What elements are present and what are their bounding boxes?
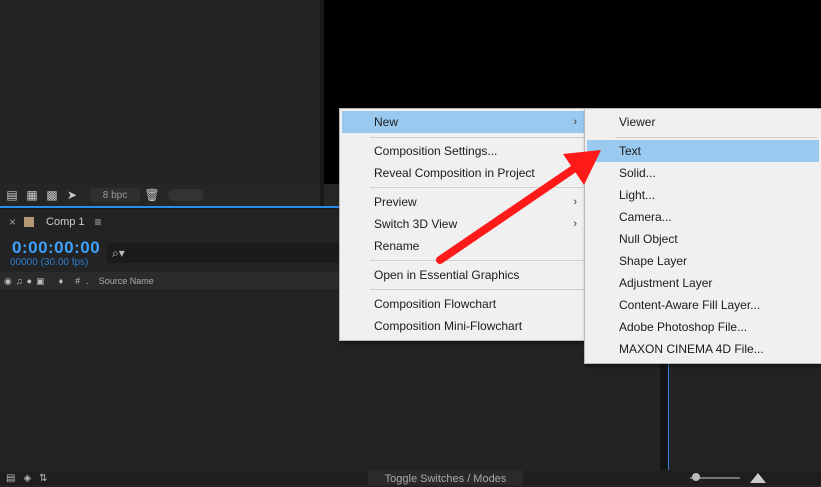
submenu-arrow-icon: ›: [573, 218, 577, 230]
menu-item-reveal-composition[interactable]: Reveal Composition in Project: [342, 162, 587, 184]
new-composition-icon[interactable]: ▩: [44, 188, 60, 202]
new-submenu: Viewer Text Solid... Light... Camera... …: [584, 108, 821, 364]
menu-item-label: Reveal Composition in Project: [374, 166, 535, 180]
current-time-display[interactable]: 0:00:00:00: [12, 238, 100, 258]
column-divider: .: [86, 276, 89, 286]
menu-item-label: Null Object: [619, 232, 678, 246]
timeline-search-input[interactable]: ⌕▾: [107, 243, 340, 263]
hash-column: #: [75, 276, 81, 286]
timeline-graph-area[interactable]: [668, 350, 821, 470]
menu-item-rename[interactable]: Rename: [342, 235, 587, 257]
menu-item-label: Adobe Photoshop File...: [619, 320, 748, 334]
menu-item-new[interactable]: New ›: [342, 111, 587, 133]
submenu-item-light[interactable]: Light...: [587, 184, 819, 206]
menu-item-label: Switch 3D View: [374, 217, 458, 231]
menu-item-label: Camera...: [619, 210, 672, 224]
lock-icon[interactable]: ▣: [36, 276, 45, 287]
submenu-item-solid[interactable]: Solid...: [587, 162, 819, 184]
submenu-item-shape-layer[interactable]: Shape Layer: [587, 250, 819, 272]
layer-switches-icon[interactable]: ▤: [6, 473, 15, 484]
layer-column-header: ◉ ♫ ● ▣ ♦ # . Source Name: [0, 272, 340, 291]
submenu-arrow-icon: ›: [573, 116, 577, 128]
solo-icon[interactable]: ●: [27, 276, 32, 286]
toggle-switches-modes-button[interactable]: Toggle Switches / Modes: [368, 471, 523, 485]
bit-depth-button[interactable]: 8 bpc: [90, 188, 140, 202]
menu-item-label: Composition Mini-Flowchart: [374, 319, 523, 333]
menu-separator: [615, 137, 817, 138]
menu-separator: [370, 137, 585, 138]
project-search-toggle[interactable]: [168, 189, 204, 201]
submenu-item-photoshop-file[interactable]: Adobe Photoshop File...: [587, 316, 819, 338]
submenu-item-null-object[interactable]: Null Object: [587, 228, 819, 250]
new-folder-icon[interactable]: ▦: [24, 188, 40, 202]
menu-separator: [370, 260, 585, 261]
menu-item-composition-mini-flowchart[interactable]: Composition Mini-Flowchart: [342, 315, 587, 337]
audio-icon[interactable]: ♫: [16, 276, 23, 286]
menu-item-label: MAXON CINEMA 4D File...: [619, 342, 764, 356]
stretch-icon[interactable]: ⇅: [39, 473, 47, 484]
active-panel-indicator: [0, 206, 340, 208]
submenu-item-viewer[interactable]: Viewer: [587, 111, 819, 133]
menu-item-preview[interactable]: Preview ›: [342, 191, 587, 213]
menu-item-label: Composition Settings...: [374, 144, 498, 158]
menu-separator: [370, 187, 585, 188]
submenu-arrow-icon: ›: [573, 196, 577, 208]
close-icon[interactable]: ×: [9, 215, 16, 229]
menu-item-label: New: [374, 115, 399, 129]
menu-item-composition-settings[interactable]: Composition Settings...: [342, 140, 587, 162]
menu-item-label: Open in Essential Graphics: [374, 268, 520, 282]
source-name-column[interactable]: Source Name: [99, 276, 154, 286]
interpret-footage-icon[interactable]: ▤: [4, 188, 20, 202]
submenu-item-cinema4d-file[interactable]: MAXON CINEMA 4D File...: [587, 338, 819, 360]
zoom-in-mountain-icon[interactable]: [750, 473, 766, 483]
submenu-item-content-aware-fill[interactable]: Content-Aware Fill Layer...: [587, 294, 819, 316]
timeline-scroll-strip: [660, 350, 668, 470]
panel-menu-icon[interactable]: ≡: [95, 215, 102, 229]
menu-item-open-essential-graphics[interactable]: Open in Essential Graphics: [342, 264, 587, 286]
timeline-bottom-bar: ▤ ◈ ⇅ Toggle Switches / Modes: [0, 471, 821, 485]
menu-item-switch-3d-view[interactable]: Switch 3D View ›: [342, 213, 587, 235]
transfer-controls-icon[interactable]: ◈: [23, 473, 31, 484]
zoom-slider-knob[interactable]: [692, 473, 700, 481]
menu-item-label: Rename: [374, 239, 420, 253]
menu-separator: [370, 289, 585, 290]
render-queue-icon[interactable]: ➤: [64, 188, 80, 202]
project-footer-toolbar: ▤ ▦ ▩ ➤ 8 bpc 🗑: [0, 184, 320, 206]
submenu-item-text[interactable]: Text: [587, 140, 819, 162]
menu-item-label: Composition Flowchart: [374, 297, 497, 311]
menu-item-label: Adjustment Layer: [619, 276, 713, 290]
trash-icon[interactable]: 🗑: [144, 188, 160, 202]
project-panel: [0, 0, 320, 206]
menu-item-label: Shape Layer: [619, 254, 688, 268]
eye-icon[interactable]: ◉: [4, 276, 12, 287]
submenu-item-camera[interactable]: Camera...: [587, 206, 819, 228]
menu-item-composition-flowchart[interactable]: Composition Flowchart: [342, 293, 587, 315]
menu-item-label: Solid...: [619, 166, 656, 180]
frame-count-display: 00000 (30.00 fps): [10, 257, 89, 268]
menu-item-label: Content-Aware Fill Layer...: [619, 298, 761, 312]
label-tag-icon[interactable]: ♦: [59, 276, 64, 286]
menu-item-label: Viewer: [619, 115, 656, 129]
menu-item-label: Text: [619, 144, 642, 158]
timeline-tab[interactable]: × Comp 1 ≡: [0, 210, 340, 234]
timeline-tab-label: Comp 1: [46, 216, 85, 228]
submenu-item-adjustment-layer[interactable]: Adjustment Layer: [587, 272, 819, 294]
composition-context-menu: New › Composition Settings... Reveal Com…: [339, 108, 590, 341]
comp-color-swatch: [24, 217, 35, 227]
menu-item-label: Preview: [374, 195, 417, 209]
menu-item-label: Light...: [619, 188, 656, 202]
